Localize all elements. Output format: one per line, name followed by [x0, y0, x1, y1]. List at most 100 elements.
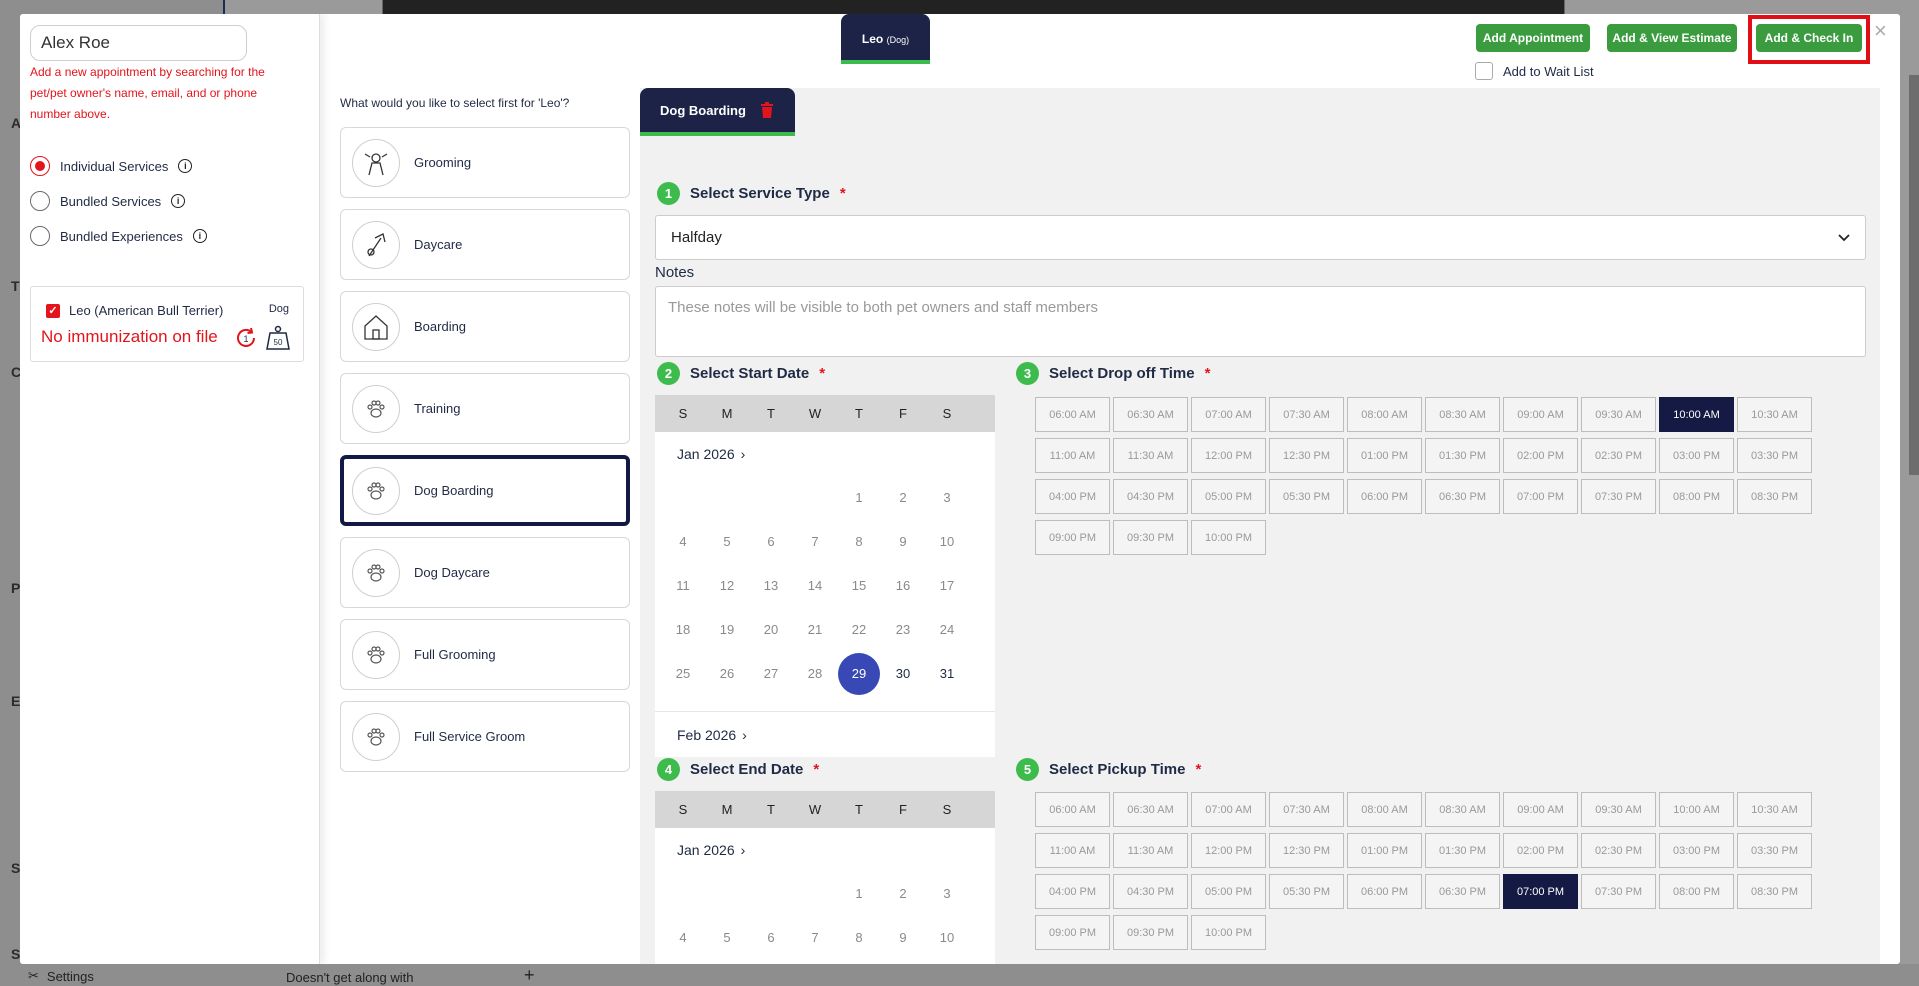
time-slot[interactable]: 03:30 PM — [1737, 438, 1812, 473]
service-full-service-groom[interactable]: Full Service Groom — [340, 701, 630, 772]
calendar-day[interactable]: 25 — [662, 653, 704, 695]
calendar-day[interactable]: 6 — [750, 521, 792, 563]
calendar-day[interactable]: 12 — [706, 565, 748, 607]
calendar-day[interactable]: 6 — [750, 917, 792, 959]
time-slot[interactable]: 10:00 AM — [1659, 397, 1734, 432]
calendar-day[interactable]: 14 — [794, 565, 836, 607]
time-slot[interactable]: 06:00 AM — [1035, 397, 1110, 432]
calendar-day[interactable]: 3 — [926, 477, 968, 519]
refresh-count-icon[interactable]: 1 — [233, 325, 259, 351]
radio-unselected[interactable] — [30, 191, 50, 211]
time-slot[interactable]: 06:30 PM — [1425, 874, 1500, 909]
time-slot[interactable]: 03:00 PM — [1659, 833, 1734, 868]
service-type-select[interactable]: Halfday — [655, 215, 1866, 260]
month-nav[interactable]: Jan 2026 › — [655, 432, 995, 476]
calendar-day[interactable]: 10 — [926, 917, 968, 959]
calendar-day[interactable]: 24 — [926, 609, 968, 651]
time-slot[interactable]: 03:30 PM — [1737, 833, 1812, 868]
weight-icon[interactable]: 50 — [265, 325, 291, 351]
time-slot[interactable]: 07:00 AM — [1191, 792, 1266, 827]
time-slot[interactable]: 11:30 AM — [1113, 833, 1188, 868]
calendar-day[interactable]: 16 — [882, 565, 924, 607]
time-slot[interactable]: 09:30 AM — [1581, 397, 1656, 432]
calendar-day[interactable]: 5 — [706, 521, 748, 563]
calendar-day[interactable]: 8 — [838, 521, 880, 563]
mode-bundled-services[interactable]: Bundled Services i — [30, 191, 186, 211]
service-daycare[interactable]: Daycare — [340, 209, 630, 280]
time-slot[interactable]: 05:00 PM — [1191, 479, 1266, 514]
calendar-day[interactable]: 17 — [926, 961, 968, 964]
time-slot[interactable]: 06:00 PM — [1347, 874, 1422, 909]
time-slot[interactable]: 08:30 PM — [1737, 874, 1812, 909]
time-slot[interactable]: 06:30 PM — [1425, 479, 1500, 514]
mode-individual-services[interactable]: Individual Services i — [30, 156, 193, 176]
time-slot[interactable]: 10:00 PM — [1191, 915, 1266, 950]
calendar-day[interactable]: 5 — [706, 917, 748, 959]
calendar-day[interactable]: 28 — [794, 653, 836, 695]
next-month-nav[interactable]: Feb 2026 › — [655, 711, 995, 757]
calendar-day[interactable]: 19 — [706, 609, 748, 651]
calendar-day[interactable]: 18 — [662, 609, 704, 651]
time-slot[interactable]: 06:00 PM — [1347, 479, 1422, 514]
calendar-day[interactable]: 2 — [882, 873, 924, 915]
time-slot[interactable]: 11:00 AM — [1035, 833, 1110, 868]
calendar-day[interactable]: 31 — [926, 653, 968, 695]
time-slot[interactable]: 02:00 PM — [1503, 438, 1578, 473]
time-slot[interactable]: 01:00 PM — [1347, 438, 1422, 473]
time-slot[interactable]: 09:00 AM — [1503, 397, 1578, 432]
calendar-day[interactable]: 21 — [794, 609, 836, 651]
calendar-day[interactable]: 29 — [838, 653, 880, 695]
time-slot[interactable]: 06:30 AM — [1113, 792, 1188, 827]
calendar-day[interactable]: 13 — [750, 961, 792, 964]
service-dog-boarding[interactable]: Dog Boarding — [340, 455, 630, 526]
calendar-day[interactable]: 30 — [882, 653, 924, 695]
calendar-day[interactable]: 7 — [794, 521, 836, 563]
mode-bundled-experiences[interactable]: Bundled Experiences i — [30, 226, 207, 246]
time-slot[interactable]: 08:30 PM — [1737, 479, 1812, 514]
calendar-day[interactable]: 11 — [662, 565, 704, 607]
time-slot[interactable]: 08:00 AM — [1347, 397, 1422, 432]
calendar-day[interactable]: 10 — [926, 521, 968, 563]
time-slot[interactable]: 04:00 PM — [1035, 479, 1110, 514]
radio-unselected[interactable] — [30, 226, 50, 246]
calendar-day[interactable]: 4 — [662, 521, 704, 563]
time-slot[interactable]: 06:30 AM — [1113, 397, 1188, 432]
time-slot[interactable]: 05:00 PM — [1191, 874, 1266, 909]
time-slot[interactable]: 09:30 AM — [1581, 792, 1656, 827]
time-slot[interactable]: 10:00 AM — [1659, 792, 1734, 827]
calendar-day[interactable]: 13 — [750, 565, 792, 607]
radio-selected[interactable] — [30, 156, 50, 176]
time-slot[interactable]: 08:30 AM — [1425, 792, 1500, 827]
chevron-right-icon[interactable]: › — [741, 446, 746, 462]
time-slot[interactable]: 09:30 PM — [1113, 520, 1188, 555]
pet-checkbox[interactable]: ✓ — [46, 304, 60, 318]
calendar-day[interactable]: 14 — [794, 961, 836, 964]
trash-icon[interactable] — [760, 102, 774, 118]
time-slot[interactable]: 10:00 PM — [1191, 520, 1266, 555]
time-slot[interactable]: 09:00 PM — [1035, 520, 1110, 555]
calendar-day[interactable]: 1 — [838, 873, 880, 915]
time-slot[interactable]: 05:30 PM — [1269, 874, 1344, 909]
notes-textarea[interactable]: These notes will be visible to both pet … — [655, 286, 1866, 357]
info-icon[interactable]: i — [192, 229, 207, 243]
time-slot[interactable]: 07:30 PM — [1581, 479, 1656, 514]
time-slot[interactable]: 11:00 AM — [1035, 438, 1110, 473]
page-scrollbar[interactable] — [1909, 75, 1919, 475]
calendar-day[interactable]: 17 — [926, 565, 968, 607]
calendar-day[interactable]: 26 — [706, 653, 748, 695]
month-nav[interactable]: Jan 2026 › — [655, 828, 995, 872]
calendar-day[interactable]: 9 — [882, 521, 924, 563]
time-slot[interactable]: 08:00 PM — [1659, 874, 1734, 909]
add-appointment-button[interactable]: Add Appointment — [1476, 24, 1590, 52]
time-slot[interactable]: 07:30 AM — [1269, 792, 1344, 827]
time-slot[interactable]: 02:30 PM — [1581, 438, 1656, 473]
calendar-day[interactable]: 20 — [750, 609, 792, 651]
time-slot[interactable]: 02:00 PM — [1503, 833, 1578, 868]
close-icon[interactable]: × — [1874, 18, 1887, 44]
info-icon[interactable]: i — [171, 194, 186, 208]
plus-icon[interactable]: + — [524, 965, 535, 986]
time-slot[interactable]: 07:30 AM — [1269, 397, 1344, 432]
calendar-day[interactable]: 9 — [882, 917, 924, 959]
time-slot[interactable]: 03:00 PM — [1659, 438, 1734, 473]
service-grooming[interactable]: Grooming — [340, 127, 630, 198]
